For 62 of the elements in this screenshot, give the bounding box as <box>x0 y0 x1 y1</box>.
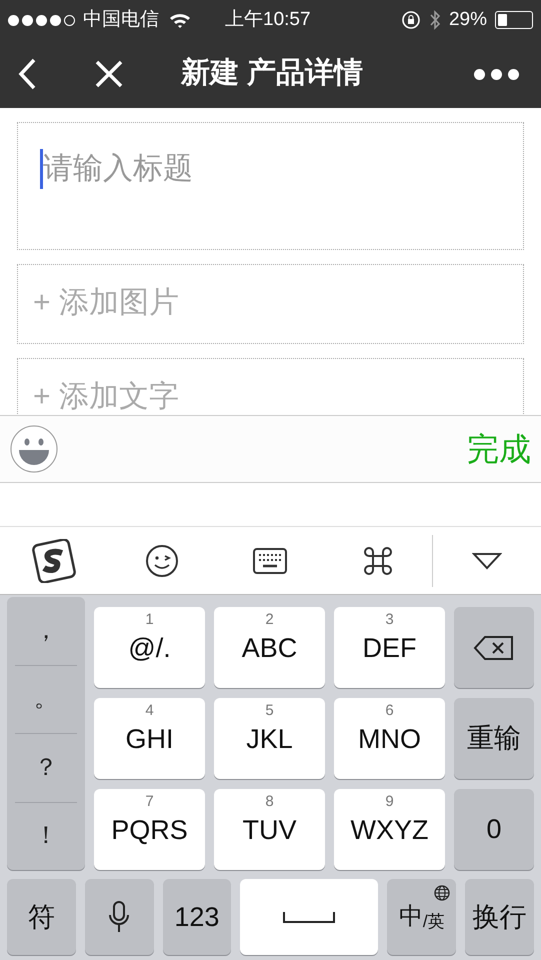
key-digit: 5 <box>265 703 274 719</box>
key[interactable]: 123 <box>162 879 232 955</box>
battery-percent: 29% <box>448 8 487 32</box>
key[interactable]: 5 JKL <box>214 698 325 779</box>
bluetooth-icon <box>428 9 441 31</box>
key[interactable]: 换行 <box>465 879 534 955</box>
key-letters: JKL <box>246 723 293 755</box>
command-icon <box>362 544 394 576</box>
key-letters: DEF <box>362 632 416 664</box>
punctuation-key[interactable]: ， <box>15 597 77 664</box>
carrier-name: 中国电信 <box>83 8 159 32</box>
punctuation-key[interactable]: 。 <box>15 664 77 733</box>
battery-icon <box>495 11 533 29</box>
key-digit: 2 <box>265 612 274 628</box>
smiley-icon <box>10 425 58 473</box>
key[interactable]: 3 DEF <box>334 607 445 688</box>
wifi-icon <box>169 12 191 28</box>
key[interactable]: 0 <box>454 789 534 870</box>
key[interactable]: 6 MNO <box>334 698 445 779</box>
key-digit: 4 <box>145 703 154 719</box>
text-cursor <box>40 149 43 189</box>
key-letters: WXYZ <box>350 814 428 846</box>
key-digit: 7 <box>145 794 154 810</box>
microphone-icon <box>108 900 130 934</box>
more-button[interactable] <box>474 68 519 80</box>
key-letters: PQRS <box>111 814 188 846</box>
key[interactable]: 重输 <box>454 698 534 779</box>
backspace-key[interactable] <box>454 607 534 688</box>
clock: 上午10:57 <box>225 8 311 32</box>
key[interactable]: 8 TUV <box>214 789 325 870</box>
key-digit: 9 <box>385 794 394 810</box>
key-letters: GHI <box>125 723 174 755</box>
microphone-key[interactable] <box>84 879 154 955</box>
key[interactable]: 符 <box>7 879 76 955</box>
key[interactable]: 1 @/. <box>94 607 205 688</box>
key-letters: @/. <box>128 632 171 664</box>
wink-face-icon <box>145 544 179 578</box>
key[interactable]: 2 ABC <box>214 607 325 688</box>
punctuation-key[interactable]: ？ <box>15 733 77 802</box>
emoji-button[interactable] <box>10 425 58 473</box>
key[interactable]: 4 GHI <box>94 698 205 779</box>
key-digit: 1 <box>145 612 154 628</box>
key-digit: 3 <box>385 612 394 628</box>
close-button[interactable] <box>95 60 123 88</box>
signal-icon <box>8 14 75 26</box>
page-title: 新建 产品详情 <box>181 56 364 92</box>
key[interactable]: 7 PQRS <box>94 789 205 870</box>
key-letters: MNO <box>358 723 421 755</box>
key-digit: 6 <box>385 703 394 719</box>
punctuation-key[interactable]: ！ <box>15 802 77 870</box>
space-bar-icon <box>282 910 336 924</box>
key-digit: 8 <box>265 794 274 810</box>
globe-icon <box>434 885 450 901</box>
key-letters: TUV <box>242 814 296 846</box>
close-icon <box>95 60 123 88</box>
keyboard-icon <box>253 548 287 574</box>
backspace-icon <box>473 634 515 660</box>
key[interactable]: 9 WXYZ <box>334 789 445 870</box>
placeholder-text: 请输入标题 <box>43 153 193 185</box>
triangle-down-icon <box>472 552 502 570</box>
key-letters: ABC <box>242 632 298 664</box>
rotation-lock-icon <box>400 10 421 30</box>
